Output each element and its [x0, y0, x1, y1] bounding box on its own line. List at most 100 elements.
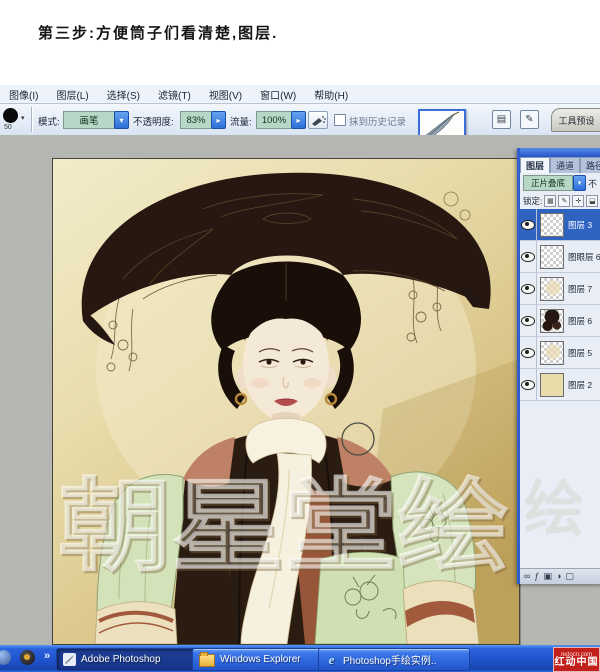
screenshot-root: 第三步:方便筒子们看清楚,图层. 图像(I) 图层(L) 选择(S) 滤镜(T)… — [0, 0, 600, 672]
visibility-cell[interactable] — [520, 273, 537, 304]
lock-all-icon[interactable]: ⬓ — [586, 195, 598, 207]
visibility-cell[interactable] — [520, 209, 537, 240]
lock-position-icon[interactable]: ✛ — [572, 195, 584, 207]
layer-row[interactable]: 图层 7 — [520, 273, 600, 305]
layer-thumbnail[interactable] — [540, 341, 564, 365]
taskbar-button-label: Adobe Photoshop — [81, 654, 161, 665]
brush-dropdown-caret-icon[interactable]: ▾ — [21, 114, 25, 122]
menu-item-filter[interactable]: 滤镜(T) — [149, 87, 200, 102]
taskbar-button-label: Windows Explorer — [220, 654, 301, 665]
flow-field[interactable]: 100% — [256, 111, 292, 129]
airbrush-icon — [310, 114, 326, 127]
layer-row[interactable]: 图层 5 — [520, 337, 600, 369]
airbrush-toggle-button[interactable] — [308, 111, 328, 129]
eye-icon — [521, 316, 535, 326]
menu-bar: 图像(I) 图层(L) 选择(S) 滤镜(T) 视图(V) 窗口(W) 帮助(H… — [0, 85, 600, 104]
menu-item-image[interactable]: 图像(I) — [0, 87, 47, 102]
watermark-ghost: 绘 — [524, 461, 584, 548]
taskbar-button-explorer[interactable]: Windows Explorer — [192, 648, 324, 671]
brush-size-value: 50 — [4, 124, 12, 131]
quick-launch-icon-1[interactable] — [0, 650, 11, 665]
menu-item-layer[interactable]: 图层(L) — [47, 87, 97, 102]
tab-channels[interactable]: 通道 — [550, 157, 580, 173]
quick-launch-more-chevron[interactable]: » — [44, 650, 50, 662]
panel-opacity-label-cut: 不 — [588, 177, 597, 190]
mode-select[interactable]: 画笔 — [63, 111, 115, 129]
portrait-painting: 朝星堂绘 朝星堂绘 — [53, 159, 519, 644]
lock-paint-icon[interactable]: ✎ — [558, 195, 570, 207]
lock-label: 锁定: — [523, 195, 542, 207]
visibility-cell[interactable] — [520, 241, 537, 272]
layers-panel-titlebar[interactable] — [520, 148, 600, 157]
blend-mode-select[interactable]: 正片叠底 — [523, 175, 573, 191]
workspace: 朝星堂绘 朝星堂绘 图层 通道 路径 正片叠底 ▾ 不 锁定: ▦ ✎ — [0, 135, 600, 645]
canvas-watermark: 朝星堂绘 朝星堂绘 — [58, 471, 512, 585]
brushes-palette-icon[interactable]: ▤ — [492, 110, 511, 129]
new-layer-icon[interactable]: ▢ — [565, 572, 574, 581]
taskbar: » Adobe Photoshop Windows Explorer e Pho… — [0, 645, 600, 672]
layers-panel: 图层 通道 路径 正片叠底 ▾ 不 锁定: ▦ ✎ ✛ ⬓ 图层 3 — [517, 148, 600, 584]
visibility-cell[interactable] — [520, 337, 537, 368]
layer-thumbnail[interactable] — [540, 245, 564, 269]
taskbar-button-tutorial[interactable]: e Photoshop手绘实例.. — [318, 648, 470, 671]
eye-icon — [521, 348, 535, 358]
layer-row[interactable]: 图层 2 — [520, 369, 600, 401]
document-canvas[interactable]: 朝星堂绘 朝星堂绘 — [52, 158, 520, 645]
layer-mask-icon[interactable]: ▣ — [543, 572, 552, 581]
link-layers-icon[interactable]: ∞ — [524, 572, 530, 581]
tool-options-bar: 50 ▾ 模式: 画笔 ▾ 不透明度: 83% ▸ 流量: 100% ▸ 抹到历… — [0, 104, 600, 136]
quick-launch-icon-2[interactable] — [20, 650, 35, 665]
redocn-watermark: redocn.com 红动中国 — [553, 647, 600, 672]
menu-item-window[interactable]: 窗口(W) — [251, 87, 305, 102]
flow-arrow-icon[interactable]: ▸ — [291, 111, 306, 129]
tutorial-title-area: 第三步:方便筒子们看清楚,图层. — [0, 0, 600, 85]
taskbar-button-label: Photoshop手绘实例.. — [343, 652, 436, 667]
adjustment-layer-icon[interactable]: ◑ — [556, 572, 561, 581]
taskbar-button-photoshop[interactable]: Adobe Photoshop — [56, 648, 198, 671]
eye-icon — [521, 252, 535, 262]
blend-mode-row: 正片叠底 ▾ 不 — [520, 173, 600, 193]
blend-mode-arrow-icon[interactable]: ▾ — [573, 175, 586, 191]
layer-thumbnail[interactable] — [540, 373, 564, 397]
layer-name: 图层 2 — [568, 379, 592, 391]
layer-thumbnail[interactable] — [540, 213, 564, 237]
layer-thumbnail[interactable] — [540, 277, 564, 301]
redocn-name: 红动中国 — [555, 658, 599, 668]
layer-list-empty-area: 绘 — [520, 401, 600, 568]
layer-thumbnail[interactable] — [540, 309, 564, 333]
photoshop-feather-icon — [63, 653, 76, 666]
eye-icon — [521, 284, 535, 294]
file-browser-icon[interactable]: ✎ — [520, 110, 539, 129]
folder-icon — [199, 654, 215, 667]
menu-item-select[interactable]: 选择(S) — [98, 87, 149, 102]
brush-preview-icon[interactable] — [3, 108, 18, 123]
layer-row[interactable]: 图层 6 — [520, 305, 600, 337]
layers-panel-bottom-bar: ∞ ƒ ▣ ◑ ▢ — [520, 568, 600, 584]
opacity-label: 不透明度: — [133, 114, 174, 128]
menu-item-view[interactable]: 视图(V) — [200, 87, 251, 102]
options-separator — [31, 107, 33, 132]
mode-dropdown-arrow-icon[interactable]: ▾ — [114, 111, 129, 129]
tab-layers[interactable]: 图层 — [520, 157, 550, 173]
tool-presets-tab[interactable]: 工具预设 — [551, 108, 600, 132]
lock-transparency-icon[interactable]: ▦ — [544, 195, 556, 207]
erase-to-history-label: 抹到历史记录 — [349, 114, 406, 128]
layer-row[interactable]: 图眼层 6 — [520, 241, 600, 273]
layer-row[interactable]: 图层 3 — [520, 209, 600, 241]
eye-icon — [521, 380, 535, 390]
layer-list: 图层 3 图眼层 6 图层 7 图层 6 — [520, 209, 600, 401]
layer-name: 图层 3 — [568, 219, 592, 231]
menu-item-help[interactable]: 帮助(H) — [305, 87, 357, 102]
layer-style-icon[interactable]: ƒ — [534, 572, 539, 581]
erase-to-history-checkbox[interactable] — [334, 114, 346, 126]
visibility-cell[interactable] — [520, 369, 537, 400]
mode-label: 模式: — [38, 114, 60, 128]
opacity-field[interactable]: 83% — [180, 111, 212, 129]
layer-name: 图层 5 — [568, 347, 592, 359]
tab-paths[interactable]: 路径 — [580, 157, 600, 173]
opacity-arrow-icon[interactable]: ▸ — [211, 111, 226, 129]
flow-label: 流量: — [230, 114, 252, 128]
internet-explorer-icon: e — [325, 653, 338, 666]
layer-name: 图层 7 — [568, 283, 592, 295]
visibility-cell[interactable] — [520, 305, 537, 336]
